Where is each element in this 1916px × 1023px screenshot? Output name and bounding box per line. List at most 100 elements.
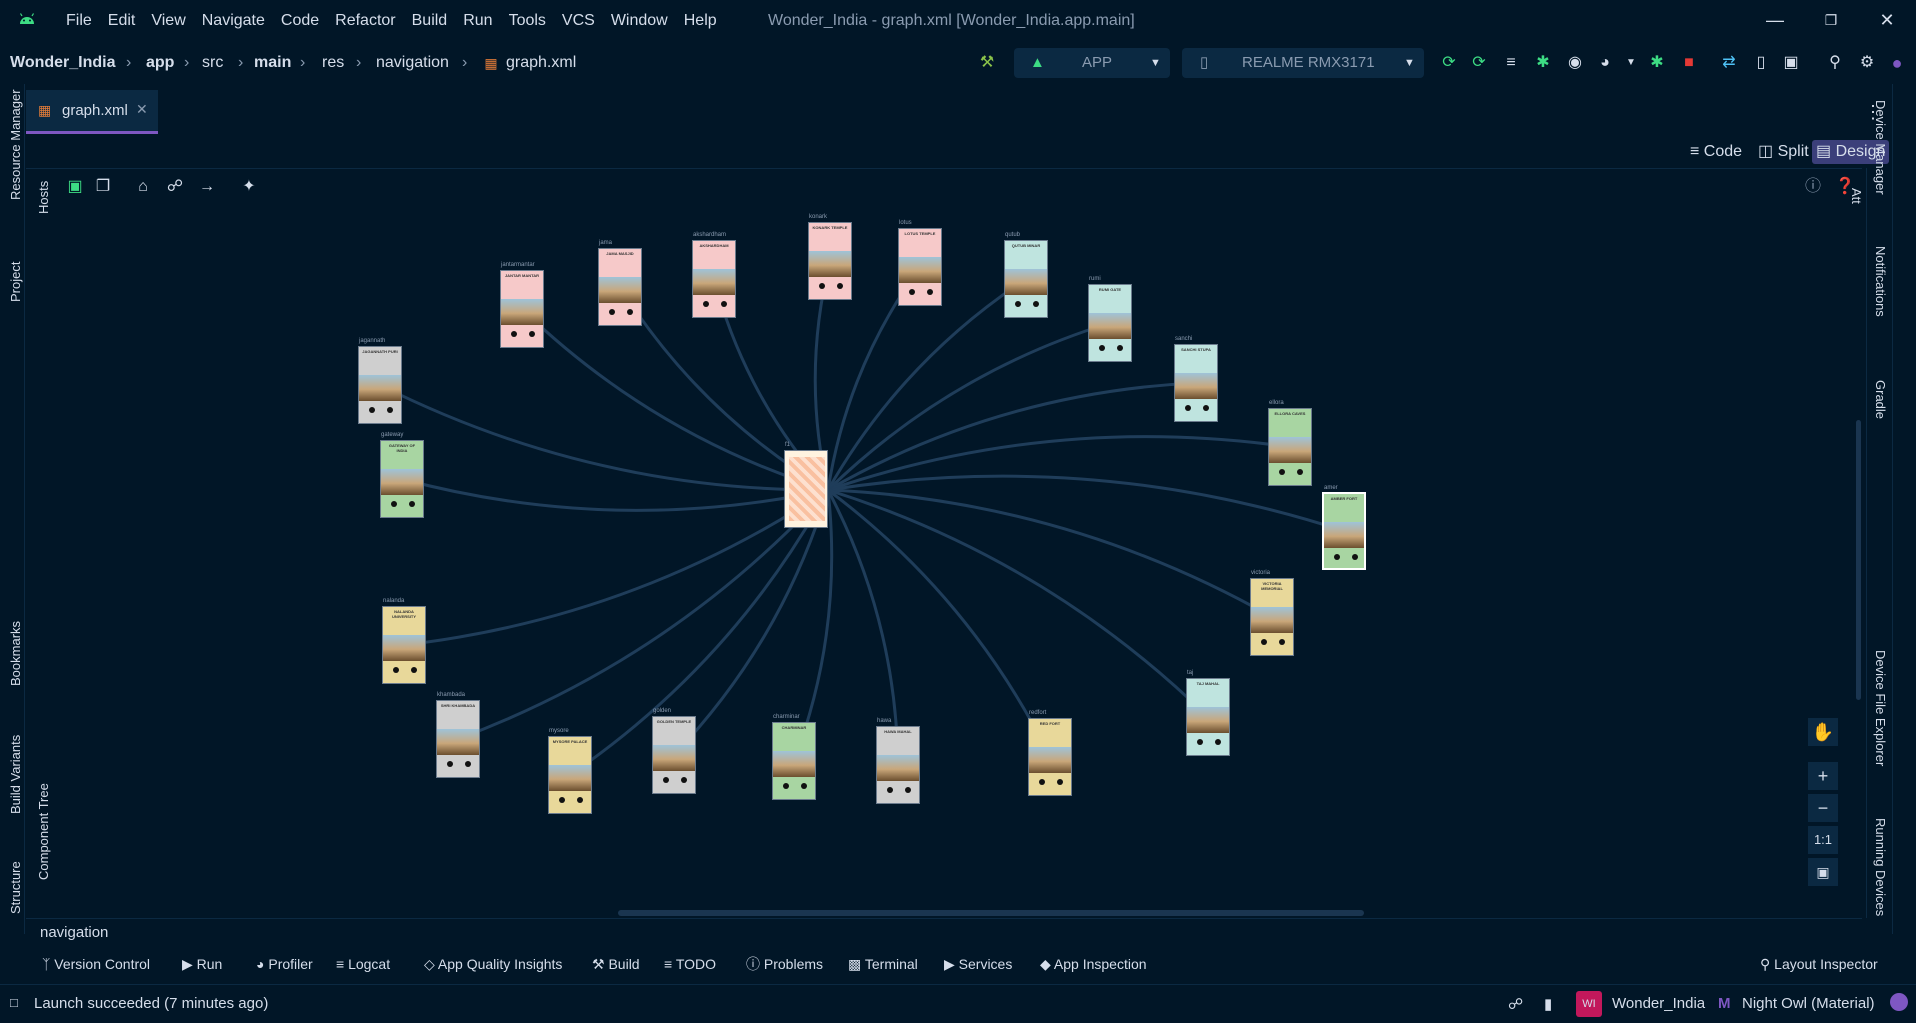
apply-code-changes-icon[interactable]: ⟳ [1468, 52, 1490, 74]
destination-golden[interactable]: golden GOLDEN TEMPLE [652, 708, 696, 794]
menu-refactor[interactable]: Refactor [327, 10, 403, 32]
zoom-in-button[interactable]: + [1808, 762, 1838, 790]
notifications-tab[interactable]: Notifications [1873, 246, 1888, 317]
apply-changes-icon[interactable]: ⟳ [1438, 52, 1460, 74]
horizontal-scrollbar[interactable] [618, 910, 1364, 916]
warning-icon[interactable]: ⓘ [1802, 176, 1824, 198]
destination-charminar[interactable]: charminar CHARMINAR [772, 714, 816, 800]
sync-gradle-icon[interactable]: ⇄ [1718, 52, 1740, 74]
chevron-down-icon[interactable]: ▼ [1620, 52, 1642, 74]
attach-debugger-icon[interactable]: ✱ [1646, 52, 1668, 74]
menu-view[interactable]: View [143, 10, 193, 32]
account-icon[interactable]: ● [1886, 52, 1908, 74]
theme-name[interactable]: Night Owl (Material) [1742, 995, 1875, 1012]
logcat-tab[interactable]: ≡ Logcat [336, 954, 390, 974]
destination-jama[interactable]: jama JAMA MASJID [598, 240, 642, 326]
status-message[interactable]: Launch succeeded (7 minutes ago) [34, 995, 268, 1012]
run-tab[interactable]: ▶ Run [182, 954, 222, 974]
device-manager-icon[interactable]: ▯ [1750, 52, 1772, 74]
structure-tab[interactable]: Structure [8, 861, 23, 914]
debug-icon[interactable]: ✱ [1532, 52, 1554, 74]
menu-code[interactable]: Code [273, 10, 327, 32]
destination-nalanda[interactable]: nalanda NALANDA UNIVERSITY [382, 598, 426, 684]
bookmarks-tab[interactable]: Bookmarks [8, 621, 23, 686]
build-variants-tab[interactable]: Build Variants [8, 735, 23, 814]
app-inspection-tab[interactable]: ◆ App Inspection [1040, 954, 1147, 974]
pan-hand-icon[interactable]: ✋ [1808, 718, 1838, 746]
build-tab[interactable]: ⚒ Build [592, 954, 640, 974]
action-edge[interactable] [457, 488, 830, 741]
action-edge[interactable] [826, 277, 1027, 491]
action-edge[interactable] [827, 488, 1052, 758]
menu-tools[interactable]: Tools [501, 10, 554, 32]
destination-lotus[interactable]: lotus LOTUS TEMPLE [898, 220, 942, 306]
action-edge[interactable] [520, 307, 829, 492]
destination-hawa[interactable]: hawa HAWA MAHAL [876, 718, 920, 804]
close-tab-icon[interactable]: ✕ [136, 101, 148, 118]
project-tab[interactable]: Project [8, 262, 23, 302]
hosts-tab[interactable]: Hosts [36, 181, 51, 214]
breadcrumb-src[interactable]: src [202, 53, 223, 73]
coverage-icon[interactable]: ◉ [1564, 52, 1586, 74]
profiler-icon[interactable]: ◕ [1594, 52, 1616, 74]
destination-khambada[interactable]: khambada SHRI KHAMBADA [436, 692, 480, 778]
stop-icon[interactable]: ■ [1678, 52, 1700, 74]
gradle-tab[interactable]: Gradle [1873, 380, 1888, 419]
minimize-icon[interactable]: — [1760, 8, 1790, 32]
menu-vcs[interactable]: VCS [554, 10, 603, 32]
resource-manager-tab[interactable]: Resource Manager [8, 89, 23, 200]
component-tree-tab[interactable]: Component Tree [36, 783, 51, 880]
new-destination-icon[interactable]: ▣ [64, 176, 86, 198]
destination-mysore[interactable]: mysore MYSORE PALACE [548, 728, 592, 814]
start-destination[interactable]: f1 [784, 442, 828, 528]
terminal-tab[interactable]: ▩ Terminal [848, 954, 918, 974]
link-icon[interactable]: ☍ [164, 176, 186, 198]
split-view-button[interactable]: ◫ Split [1754, 140, 1813, 164]
action-arrow-icon[interactable]: → [196, 176, 218, 198]
destination-victoria[interactable]: victoria VICTORIA MEMORIAL [1250, 570, 1294, 656]
breadcrumb-project[interactable]: Wonder_India [10, 53, 116, 73]
breadcrumb-res[interactable]: res [322, 53, 344, 73]
services-tab[interactable]: ▶ Services [944, 954, 1012, 974]
hammer-icon[interactable]: ⚒ [976, 52, 998, 74]
device-manager-tab[interactable]: Device Manager [1873, 100, 1888, 195]
zoom-out-button[interactable]: − [1808, 794, 1838, 822]
close-icon[interactable]: ✕ [1872, 8, 1902, 32]
destination-qutub[interactable]: qutub QUTUB MINAR [1004, 232, 1048, 318]
problems-tab[interactable]: ⓘ Problems [746, 954, 823, 974]
chat-icon[interactable]: ▮ [1544, 995, 1552, 1013]
tab-graph-xml[interactable]: ▦ graph.xml ✕ [26, 90, 158, 134]
destination-redfort[interactable]: redfort RED FORT [1028, 710, 1072, 796]
destination-amer[interactable]: amer AMBER FORT [1322, 485, 1366, 570]
destination-konark[interactable]: konark KONARK TEMPLE [808, 214, 852, 300]
breadcrumb-navigation[interactable]: navigation [376, 53, 449, 73]
logcat-icon[interactable]: ≡ [1500, 52, 1522, 74]
menu-help[interactable]: Help [676, 10, 725, 32]
breadcrumb-main[interactable]: main [254, 53, 291, 73]
zoom-actual-size-button[interactable]: 1:1 [1808, 826, 1838, 854]
restore-icon[interactable]: ❐ [1816, 8, 1846, 32]
search-icon[interactable]: ⚲ [1824, 52, 1846, 74]
menu-file[interactable]: File [58, 10, 100, 32]
destination-gateway[interactable]: gateway GATEWAY OF INDIA [380, 432, 424, 518]
device-select[interactable]: ▯ REALME RMX3171 ▼ [1182, 48, 1424, 78]
component-breadcrumb[interactable]: navigation [40, 924, 108, 941]
destination-akshardham[interactable]: akshardham AKSHARDHAM [692, 232, 736, 318]
version-control-tab[interactable]: ᛉ Version Control [42, 954, 150, 974]
menu-edit[interactable]: Edit [100, 10, 144, 32]
auto-arrange-icon[interactable]: ✦ [238, 176, 260, 198]
breadcrumb-graph-xml[interactable]: graph.xml [506, 53, 576, 73]
gear-icon[interactable]: ⚙ [1856, 52, 1878, 74]
destination-rumi[interactable]: rumi RUMI GATE [1088, 276, 1132, 362]
destination-sanchi[interactable]: sanchi SANCHI STUPA [1174, 336, 1218, 422]
destination-jantarmantar[interactable]: jantarmantar JANTAR MANTAR [500, 262, 544, 348]
status-toggle-icon[interactable]: □ [10, 995, 18, 1010]
run-config-select[interactable]: ▲ APP ▼ [1014, 48, 1170, 78]
navigation-graph-canvas[interactable]: f1 gateway GATEWAY OF INDIA jagannath JAGAN… [52, 204, 1862, 918]
todo-tab[interactable]: ≡ TODO [664, 954, 716, 974]
action-edge[interactable] [827, 488, 1210, 719]
destination-taj[interactable]: taj TAJ MAHAL [1186, 670, 1230, 756]
breadcrumb-app[interactable]: app [146, 53, 174, 73]
sdk-manager-icon[interactable]: ▣ [1780, 52, 1802, 74]
project-name[interactable]: Wonder_India [1612, 995, 1705, 1012]
